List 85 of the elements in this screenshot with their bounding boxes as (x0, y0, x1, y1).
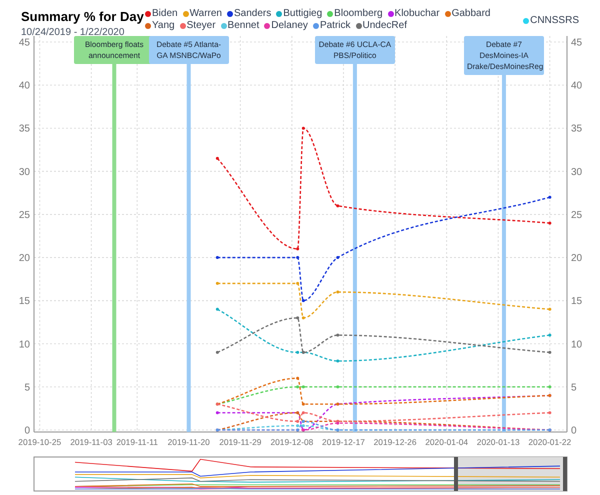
point (302, 126, 305, 130)
point (216, 282, 219, 285)
y-tick-label: 45 (571, 38, 582, 48)
point (302, 299, 305, 302)
y-tick-label: 15 (18, 296, 30, 308)
point (548, 350, 552, 354)
point (296, 385, 300, 388)
legend-item[interactable]: Gabbard (444, 8, 490, 20)
x-tick-label: 2020-01-04 (425, 437, 468, 447)
chart-title: Summary % for Day (21, 8, 144, 25)
x-tick-label: 2020-01-22 (528, 437, 572, 447)
legend-item[interactable]: Biden (145, 8, 178, 20)
legend-item[interactable]: Sanders (227, 8, 272, 20)
legend-item[interactable]: Delaney (264, 20, 308, 32)
y-tick-label: 15 (571, 296, 582, 308)
y-tick-label: 10 (18, 339, 30, 350)
range-navigator[interactable] (34, 456, 568, 492)
range-handle[interactable] (563, 457, 567, 491)
point (296, 420, 300, 423)
point (296, 424, 300, 428)
legend-item[interactable]: CNNSSRS (523, 8, 579, 34)
legend-item[interactable]: Yang (145, 20, 175, 32)
y-tick-label: 5 (24, 382, 30, 394)
point (296, 376, 300, 380)
point (302, 316, 305, 320)
point (336, 256, 340, 260)
range-handle[interactable] (454, 457, 458, 491)
point (336, 334, 340, 337)
legend-item[interactable]: Buttigieg (276, 8, 322, 20)
point (548, 411, 552, 414)
point (336, 290, 340, 294)
x-tick-label: 2019-12-17 (322, 437, 365, 447)
y-tick-label: 20 (18, 253, 30, 264)
point (296, 256, 300, 260)
y-tick-label: 40 (571, 80, 582, 92)
y-tick-label: 35 (18, 124, 30, 135)
legend-item[interactable]: Klobuchar (388, 8, 440, 20)
point (216, 156, 219, 160)
x-tick-label: 2019-11-11 (116, 437, 158, 447)
point (296, 247, 300, 250)
legend-item[interactable]: Bennet (220, 20, 260, 32)
point (548, 196, 552, 199)
y-tick-label: 40 (18, 80, 30, 92)
y-tick-label: 30 (571, 166, 582, 178)
y-tick-label: 45 (18, 38, 30, 48)
point (302, 411, 305, 414)
x-tick-label: 2019-12-26 (374, 437, 416, 447)
point (216, 308, 219, 311)
legend-item[interactable]: Patrick (312, 20, 350, 32)
x-tick-label: 2019-10-25 (18, 437, 62, 447)
legend-item[interactable]: UndecRef (356, 20, 407, 32)
point (548, 385, 552, 388)
point (296, 350, 300, 354)
point (302, 424, 305, 428)
point (302, 385, 305, 388)
point (548, 334, 552, 337)
point (336, 385, 340, 388)
x-tick-label: 2019-12-08 (270, 437, 314, 447)
x-tick-label: 2019-11-03 (70, 437, 112, 447)
point (336, 204, 340, 208)
legend-item[interactable]: Bloomberg (327, 8, 383, 20)
point (296, 316, 300, 320)
y-tick-label: 5 (571, 382, 577, 394)
point (548, 222, 552, 225)
y-tick-label: 25 (18, 210, 30, 221)
point (216, 256, 219, 260)
date-range: 10/24/2019 - 1/22/2020 (21, 27, 124, 38)
x-tick-label: 2020-01-13 (476, 437, 520, 447)
y-tick-label: 20 (571, 253, 582, 264)
x-tick-label: 2019-11-20 (168, 437, 210, 447)
x-tick-label: 2019-11-29 (219, 437, 262, 447)
y-tick-label: 25 (571, 210, 582, 221)
y-tick-label: 35 (571, 124, 582, 135)
y-tick-label: 0 (24, 426, 30, 436)
legend-item[interactable]: Steyer (180, 20, 216, 32)
point (548, 308, 552, 311)
point (296, 282, 300, 285)
point (216, 411, 219, 414)
point (216, 350, 219, 354)
point (336, 360, 340, 363)
y-tick-label: 0 (571, 426, 577, 436)
y-tick-label: 10 (571, 339, 582, 350)
y-tick-label: 30 (18, 166, 30, 178)
point (302, 402, 305, 406)
legend-item[interactable]: Warren (182, 8, 222, 20)
